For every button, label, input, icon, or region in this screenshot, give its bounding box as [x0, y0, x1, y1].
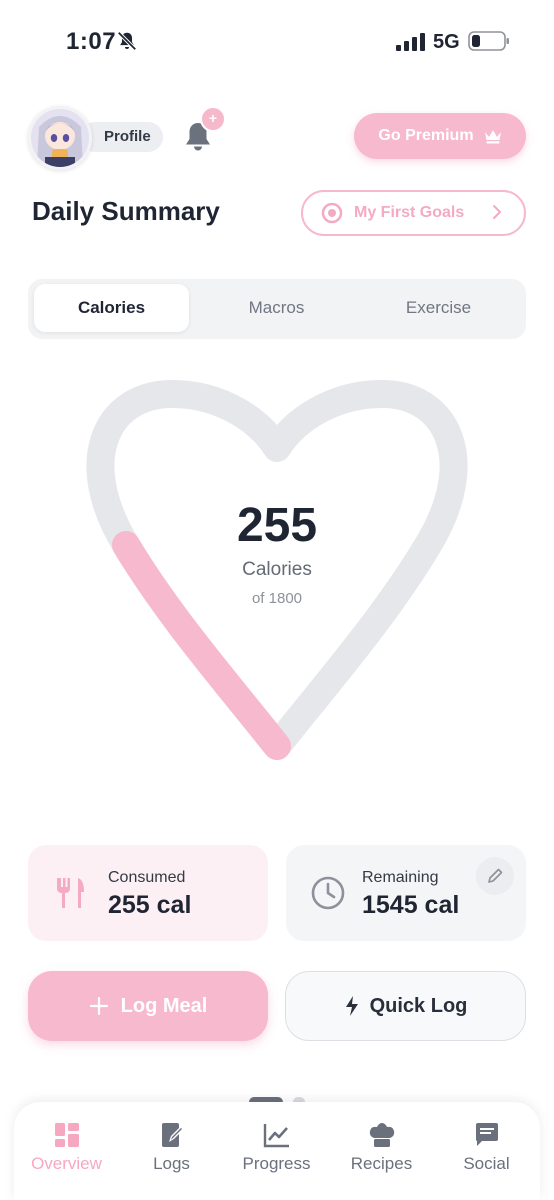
- edit-goal-button[interactable]: [476, 857, 514, 895]
- remaining-label: Remaining: [362, 869, 439, 886]
- nav-progress[interactable]: Progress: [224, 1122, 329, 1174]
- consumed-label: Consumed: [108, 869, 186, 886]
- target-icon: [321, 202, 343, 224]
- calorie-goal: of 1800: [251, 590, 303, 607]
- battery-icon: [468, 31, 509, 51]
- plus-icon: [89, 996, 108, 1016]
- bottom-nav: Overview Logs Progress Recipes Social: [14, 1102, 540, 1200]
- status-bar: 1:07 5G: [0, 0, 554, 80]
- nav-label: Logs: [153, 1154, 190, 1173]
- nav-label: Overview: [31, 1154, 102, 1173]
- my-first-goals-button[interactable]: My First Goals: [301, 190, 526, 236]
- chat-icon: [475, 1123, 498, 1146]
- nav-logs[interactable]: Logs: [119, 1122, 224, 1174]
- remaining-value: 1545 cal: [362, 891, 460, 919]
- premium-label: Go Premium: [378, 127, 474, 144]
- summary-tabs: Calories Macros Exercise: [28, 279, 526, 339]
- fork-knife-icon: [57, 878, 84, 908]
- nav-label: Social: [463, 1154, 510, 1173]
- nav-overview[interactable]: Overview: [14, 1122, 119, 1174]
- go-premium-button[interactable]: Go Premium: [354, 113, 526, 159]
- nav-label: Progress: [242, 1154, 311, 1173]
- avatar[interactable]: [28, 106, 92, 170]
- profile-button[interactable]: Profile: [80, 122, 163, 152]
- quick-log-label: Quick Log: [369, 994, 468, 1017]
- nav-recipes[interactable]: Recipes: [329, 1122, 434, 1174]
- log-meal-label: Log Meal: [120, 994, 208, 1017]
- signal-icon: [396, 33, 425, 51]
- consumed-value: 255 cal: [108, 891, 192, 919]
- log-book-icon: [161, 1123, 184, 1147]
- quick-log-button[interactable]: Quick Log: [285, 971, 526, 1041]
- dashboard-icon: [54, 1123, 79, 1147]
- tab-calories[interactable]: Calories: [34, 284, 189, 332]
- pencil-icon: [488, 868, 503, 883]
- calorie-label: Calories: [242, 559, 312, 580]
- remaining-card: Remaining 1545 cal: [286, 845, 526, 941]
- chef-hat-icon: [369, 1123, 394, 1147]
- status-time: 1:07: [66, 28, 117, 55]
- bell-off-icon: [117, 31, 137, 51]
- log-meal-button[interactable]: Log Meal: [28, 971, 268, 1041]
- goals-label: My First Goals: [354, 204, 465, 221]
- calorie-value: 255: [236, 499, 318, 552]
- avatar-image: [31, 109, 89, 167]
- profile-label: Profile: [104, 128, 151, 145]
- nav-social[interactable]: Social: [434, 1122, 539, 1174]
- nav-label: Recipes: [350, 1154, 413, 1173]
- lightning-icon: [345, 996, 358, 1016]
- tab-macros[interactable]: Macros: [199, 284, 354, 332]
- network-type: 5G: [433, 31, 460, 53]
- page-title: Daily Summary: [32, 196, 220, 226]
- chevron-right-icon: [493, 205, 501, 219]
- tab-exercise[interactable]: Exercise: [361, 284, 516, 332]
- notification-badge: +: [200, 106, 226, 132]
- chart-icon: [263, 1124, 289, 1148]
- crown-icon: [484, 129, 501, 143]
- consumed-card: Consumed 255 cal: [28, 845, 268, 941]
- clock-icon: [311, 876, 345, 910]
